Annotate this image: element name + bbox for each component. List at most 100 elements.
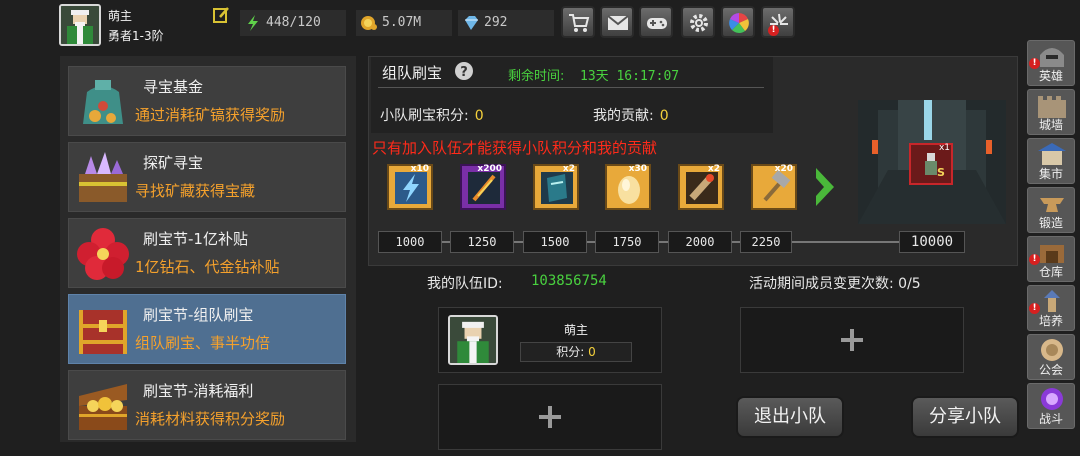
mail-button[interactable] bbox=[600, 6, 634, 38]
member-score: 积分: 0 bbox=[520, 342, 632, 362]
menu-item-subtitle: 消耗材料获得积分奖励 bbox=[135, 410, 286, 428]
menu-item-title: 刷宝节-1亿补贴 bbox=[143, 230, 248, 248]
announcement-button[interactable]: ! bbox=[761, 6, 795, 38]
reward-item[interactable]: x2 bbox=[533, 164, 579, 210]
reward-item[interactable]: x2 bbox=[678, 164, 724, 210]
menu-item-title: 刷宝节-组队刷宝 bbox=[143, 306, 254, 324]
leave-team-button[interactable]: 退出小队 bbox=[736, 396, 844, 438]
reward-item[interactable]: x10 bbox=[387, 164, 433, 210]
prize-rank-mark: S bbox=[937, 166, 945, 179]
menu-item-team-farming[interactable]: 刷宝节-组队刷宝 组队刷宝、事半功倍 bbox=[68, 294, 346, 364]
team-id-label: 我的队伍ID: bbox=[427, 276, 503, 292]
member-avatar bbox=[448, 315, 498, 365]
sidebar-item-wall[interactable]: 城墙 bbox=[1027, 89, 1075, 135]
top-bar: 萌主 勇者1-3阶 448/120 5.07M 292 ! bbox=[0, 0, 1080, 46]
member-changes-value: 0/5 bbox=[898, 276, 921, 292]
gamepad-icon bbox=[647, 18, 667, 29]
golden-egg-icon bbox=[618, 176, 640, 204]
sidebar-item-forge[interactable]: 锻造 bbox=[1027, 187, 1075, 233]
plus-icon bbox=[539, 406, 561, 428]
player-name: 萌主 bbox=[108, 9, 133, 23]
sidebar-item-guild[interactable]: 公会 bbox=[1027, 334, 1075, 380]
sidebar-label: 城墙 bbox=[1038, 118, 1063, 132]
menu-item-consume-bonus[interactable]: 刷宝节-消耗福利 消耗材料获得积分奖励 bbox=[68, 370, 346, 440]
menu-item-subsidy[interactable]: 刷宝节-1亿补贴 1亿钻石、代金钻补贴 bbox=[68, 218, 346, 288]
reward-count: x200 bbox=[477, 164, 502, 174]
milestone: 1750 bbox=[595, 231, 659, 253]
reward-item[interactable]: x20 bbox=[751, 164, 797, 210]
join-team-warning: 只有加入队伍才能获得小队积分和我的贡献 bbox=[372, 139, 658, 157]
time-remaining-label: 剩余时间: bbox=[508, 69, 565, 84]
diamond-icon bbox=[465, 16, 478, 30]
sidebar-item-market[interactable]: 集市 bbox=[1027, 138, 1075, 184]
anvil-icon bbox=[1040, 198, 1064, 212]
help-icon[interactable]: ? bbox=[454, 61, 474, 81]
menu-item-treasure-fund[interactable]: 寻宝基金 通过消耗矿镐获得奖励 bbox=[68, 66, 346, 136]
sidebar-item-hero[interactable]: ! 英雄 bbox=[1027, 40, 1075, 86]
sidebar-label: 战斗 bbox=[1038, 412, 1063, 426]
reward-count: x2 bbox=[707, 164, 720, 174]
milestone-final: 10000 bbox=[899, 231, 965, 253]
event-title: 组队刷宝 bbox=[382, 64, 443, 82]
gems-display: 292 bbox=[458, 10, 554, 36]
settings-button[interactable] bbox=[681, 6, 715, 38]
plus-icon bbox=[841, 329, 863, 351]
team-slot-empty[interactable] bbox=[438, 384, 662, 450]
battle-portal-icon bbox=[1041, 388, 1063, 410]
lightning-icon bbox=[248, 15, 258, 31]
menu-item-title: 探矿寻宝 bbox=[143, 154, 204, 172]
sidebar-item-warehouse[interactable]: ! 仓库 bbox=[1027, 236, 1075, 282]
menu-item-subtitle: 寻找矿藏获得宝藏 bbox=[135, 182, 256, 200]
energy-display: 448/120 bbox=[240, 10, 346, 36]
gamepad-button[interactable] bbox=[639, 6, 673, 38]
menu-item-title: 寻宝基金 bbox=[143, 78, 204, 96]
guild-emblem-icon bbox=[1041, 339, 1063, 361]
alert-icon: ! bbox=[768, 25, 779, 36]
gold-value: 5.07M bbox=[382, 15, 422, 30]
reward-count: x30 bbox=[628, 164, 647, 174]
sidebar-label: 公会 bbox=[1038, 363, 1063, 377]
sidebar-item-train[interactable]: ! 培养 bbox=[1027, 285, 1075, 331]
team-slot-empty[interactable] bbox=[740, 307, 964, 373]
castle-wall-icon bbox=[1038, 96, 1066, 118]
next-arrow-icon[interactable] bbox=[812, 164, 838, 210]
shop-button[interactable] bbox=[561, 6, 595, 38]
fire-feather-icon bbox=[468, 172, 500, 204]
activity-menu: 寻宝基金 通过消耗矿镐获得奖励 探矿寻宝 寻找矿藏获得宝藏 刷宝节-1亿补贴 1… bbox=[60, 56, 356, 442]
menu-item-title: 刷宝节-消耗福利 bbox=[143, 382, 254, 400]
crystal-chest-icon bbox=[79, 152, 127, 202]
final-prize[interactable]: x1 S bbox=[909, 143, 953, 185]
prize-count: x1 bbox=[938, 143, 950, 153]
milestone: 2000 bbox=[668, 231, 732, 253]
my-contribution-label: 我的贡献: bbox=[593, 108, 654, 124]
sidebar-label: 仓库 bbox=[1038, 265, 1063, 279]
player-avatar[interactable] bbox=[59, 4, 101, 46]
sidebar-label: 锻造 bbox=[1038, 216, 1063, 230]
reward-item[interactable]: x200 bbox=[460, 164, 506, 210]
milestone: 2250 bbox=[740, 231, 792, 253]
warehouse-icon bbox=[1040, 245, 1064, 263]
member-score-label: 积分: bbox=[556, 345, 585, 359]
color-button[interactable] bbox=[721, 6, 755, 38]
team-score-value: 0 bbox=[474, 108, 484, 124]
gold-chest-icon bbox=[79, 384, 127, 430]
milestone: 1500 bbox=[523, 231, 587, 253]
member-name: 萌主 bbox=[564, 323, 589, 337]
reward-count: x10 bbox=[410, 164, 429, 174]
edit-icon[interactable] bbox=[212, 6, 230, 24]
lightning-scroll-icon bbox=[395, 172, 427, 204]
my-contribution-value: 0 bbox=[659, 108, 669, 124]
sidebar-label: 培养 bbox=[1038, 314, 1063, 328]
reward-item[interactable]: x30 bbox=[605, 164, 651, 210]
player-rank: 勇者1-3阶 bbox=[108, 29, 164, 43]
gold-coin-icon bbox=[361, 16, 377, 30]
sidebar-label: 集市 bbox=[1038, 167, 1063, 181]
color-wheel-icon bbox=[729, 13, 749, 33]
menu-item-subtitle: 通过消耗矿镐获得奖励 bbox=[135, 106, 286, 124]
menu-item-mining[interactable]: 探矿寻宝 寻找矿藏获得宝藏 bbox=[68, 142, 346, 212]
share-team-button[interactable]: 分享小队 bbox=[911, 396, 1019, 438]
sidebar-label: 英雄 bbox=[1038, 69, 1063, 83]
menu-item-subtitle: 1亿钻石、代金钻补贴 bbox=[135, 258, 280, 276]
gear-icon bbox=[690, 14, 708, 32]
sidebar-item-battle[interactable]: 战斗 bbox=[1027, 383, 1075, 429]
